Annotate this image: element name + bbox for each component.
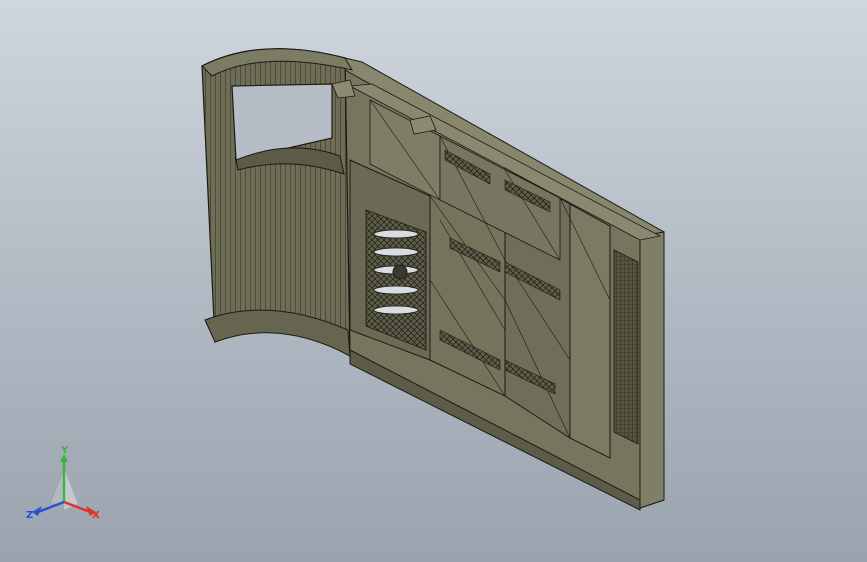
cad-model-part[interactable] <box>0 0 867 562</box>
curved-housing <box>201 48 354 358</box>
graphics-viewport[interactable]: Y X Z <box>0 0 867 562</box>
x-axis-label: X <box>92 510 100 521</box>
y-axis-label: Y <box>60 446 69 456</box>
z-axis-label: Z <box>26 510 33 521</box>
louvre-vents <box>365 209 427 351</box>
coordinate-triad: Y X Z <box>26 446 100 521</box>
